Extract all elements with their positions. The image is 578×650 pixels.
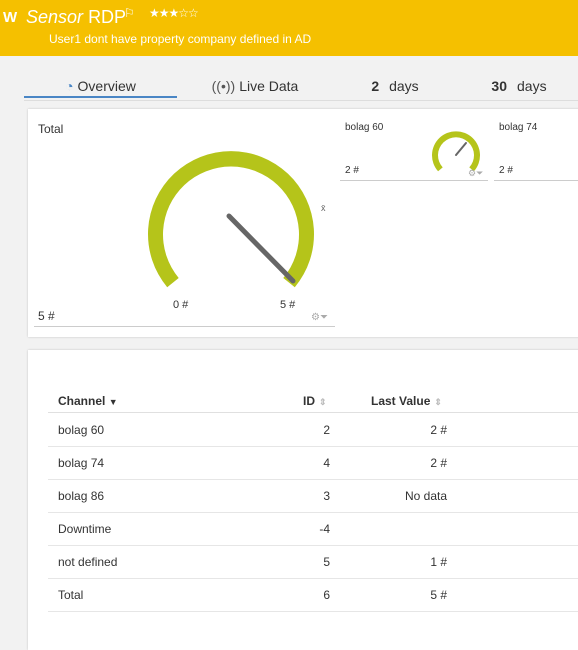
page-title: Sensor RDP xyxy=(26,7,126,28)
table-row[interactable]: not defined 5 1 # xyxy=(48,545,578,579)
title-name: RDP xyxy=(88,7,127,27)
tab-2-days[interactable]: 2 days xyxy=(340,64,450,96)
tab-2-days-unit: days xyxy=(389,78,419,94)
sort-icon: ⇕ xyxy=(319,397,327,407)
pin-icon[interactable]: ⏷ xyxy=(320,312,328,323)
channel-id: 2 xyxy=(323,423,330,437)
tab-2-days-num: 2 xyxy=(371,78,380,94)
tab-30-days-num: 30 xyxy=(491,78,507,94)
title-prefix: Sensor xyxy=(26,7,84,27)
channel-last-value: 2 # xyxy=(430,456,447,470)
header-message: User1 dont have property company defined… xyxy=(49,32,312,46)
channel-name[interactable]: not defined xyxy=(58,555,117,569)
total-gauge-min: 0 # xyxy=(173,299,189,311)
channel-name[interactable]: bolag 74 xyxy=(58,456,104,470)
flag-icon[interactable]: ⚐ xyxy=(124,6,135,20)
channel-name[interactable]: Downtime xyxy=(58,522,111,536)
col-id-header[interactable]: ID ⇕ xyxy=(303,394,327,408)
broadcast-icon: ((•)) xyxy=(211,78,236,94)
bolag74-gauge-label: bolag 74 xyxy=(499,122,538,133)
tab-30-days-unit: days xyxy=(517,78,547,94)
priority-stars[interactable]: ★★★☆☆ xyxy=(149,6,199,20)
bolag74-divider xyxy=(494,180,578,181)
tab-bar: ◔ Overview ((•)) Live Data 2 days 30 days xyxy=(0,64,578,100)
col-channel-header[interactable]: Channel ▼ xyxy=(58,394,118,408)
channel-last-value: 1 # xyxy=(430,555,447,569)
bolag60-gauge-arc xyxy=(432,131,480,172)
bolag60-tools[interactable]: ⚙⏷ xyxy=(468,168,483,179)
channel-name[interactable]: bolag 60 xyxy=(58,423,104,437)
total-gauge-max: 5 # xyxy=(280,299,296,311)
channel-last-value: 2 # xyxy=(430,423,447,437)
channel-last-value: No data xyxy=(404,489,447,503)
channel-last-value: 5 # xyxy=(430,588,447,602)
gauge-tools[interactable]: ⚙⏷ xyxy=(311,312,328,323)
table-row[interactable]: bolag 74 4 2 # xyxy=(48,446,578,480)
sort-desc-icon: ▼ xyxy=(108,397,118,407)
tab-30-days[interactable]: 30 days xyxy=(460,64,578,96)
tab-overview-label: Overview xyxy=(77,78,136,94)
channel-id: -4 xyxy=(319,522,330,536)
table-row[interactable]: Total 6 5 # xyxy=(48,578,578,612)
bolag60-gauge-needle xyxy=(455,142,467,156)
col-last-value-header[interactable]: Last Value ⇕ xyxy=(371,394,442,408)
gauge-icon: ◔ xyxy=(65,78,74,94)
channel-name[interactable]: Total xyxy=(58,588,83,602)
bolag60-gauge-label: bolag 60 xyxy=(345,122,384,133)
sensor-header: W Sensor RDP ⚐ ★★★☆☆ User1 dont have pro… xyxy=(0,0,578,56)
table-row[interactable]: Downtime -4 xyxy=(48,512,578,546)
total-gauge-label: Total xyxy=(38,122,64,136)
table-row[interactable]: bolag 60 2 2 # xyxy=(48,413,578,447)
total-gauge[interactable] xyxy=(140,150,330,300)
sort-icon: ⇕ xyxy=(434,397,442,407)
channel-id: 6 xyxy=(323,588,330,602)
col-channel-label: Channel xyxy=(58,394,106,408)
col-id-label: ID xyxy=(303,394,315,408)
total-gauge-needle xyxy=(226,213,296,284)
gear-icon[interactable]: ⚙ xyxy=(468,168,476,178)
channel-name[interactable]: bolag 86 xyxy=(58,489,104,503)
channel-id: 3 xyxy=(323,489,330,503)
tab-overview[interactable]: ◔ Overview xyxy=(24,64,177,98)
tab-live-data[interactable]: ((•)) Live Data xyxy=(180,64,330,96)
pin-icon[interactable]: ⏷ xyxy=(476,168,483,178)
total-gauge-divider xyxy=(34,326,335,327)
bolag60-gauge-value: 2 # xyxy=(345,165,359,176)
total-gauge-value: 5 # xyxy=(38,309,55,323)
gear-icon[interactable]: ⚙ xyxy=(311,312,320,323)
tab-live-label: Live Data xyxy=(239,78,299,94)
bolag60-divider xyxy=(340,180,488,181)
channel-id: 4 xyxy=(323,456,330,470)
channel-id: 5 xyxy=(323,555,330,569)
table-row[interactable]: bolag 86 3 No data xyxy=(48,479,578,513)
bolag74-gauge-value: 2 # xyxy=(499,165,513,176)
average-marker: x̄ xyxy=(321,203,326,213)
app-logo: W xyxy=(3,9,18,26)
col-last-value-label: Last Value xyxy=(371,394,431,408)
tab-divider xyxy=(24,100,578,101)
